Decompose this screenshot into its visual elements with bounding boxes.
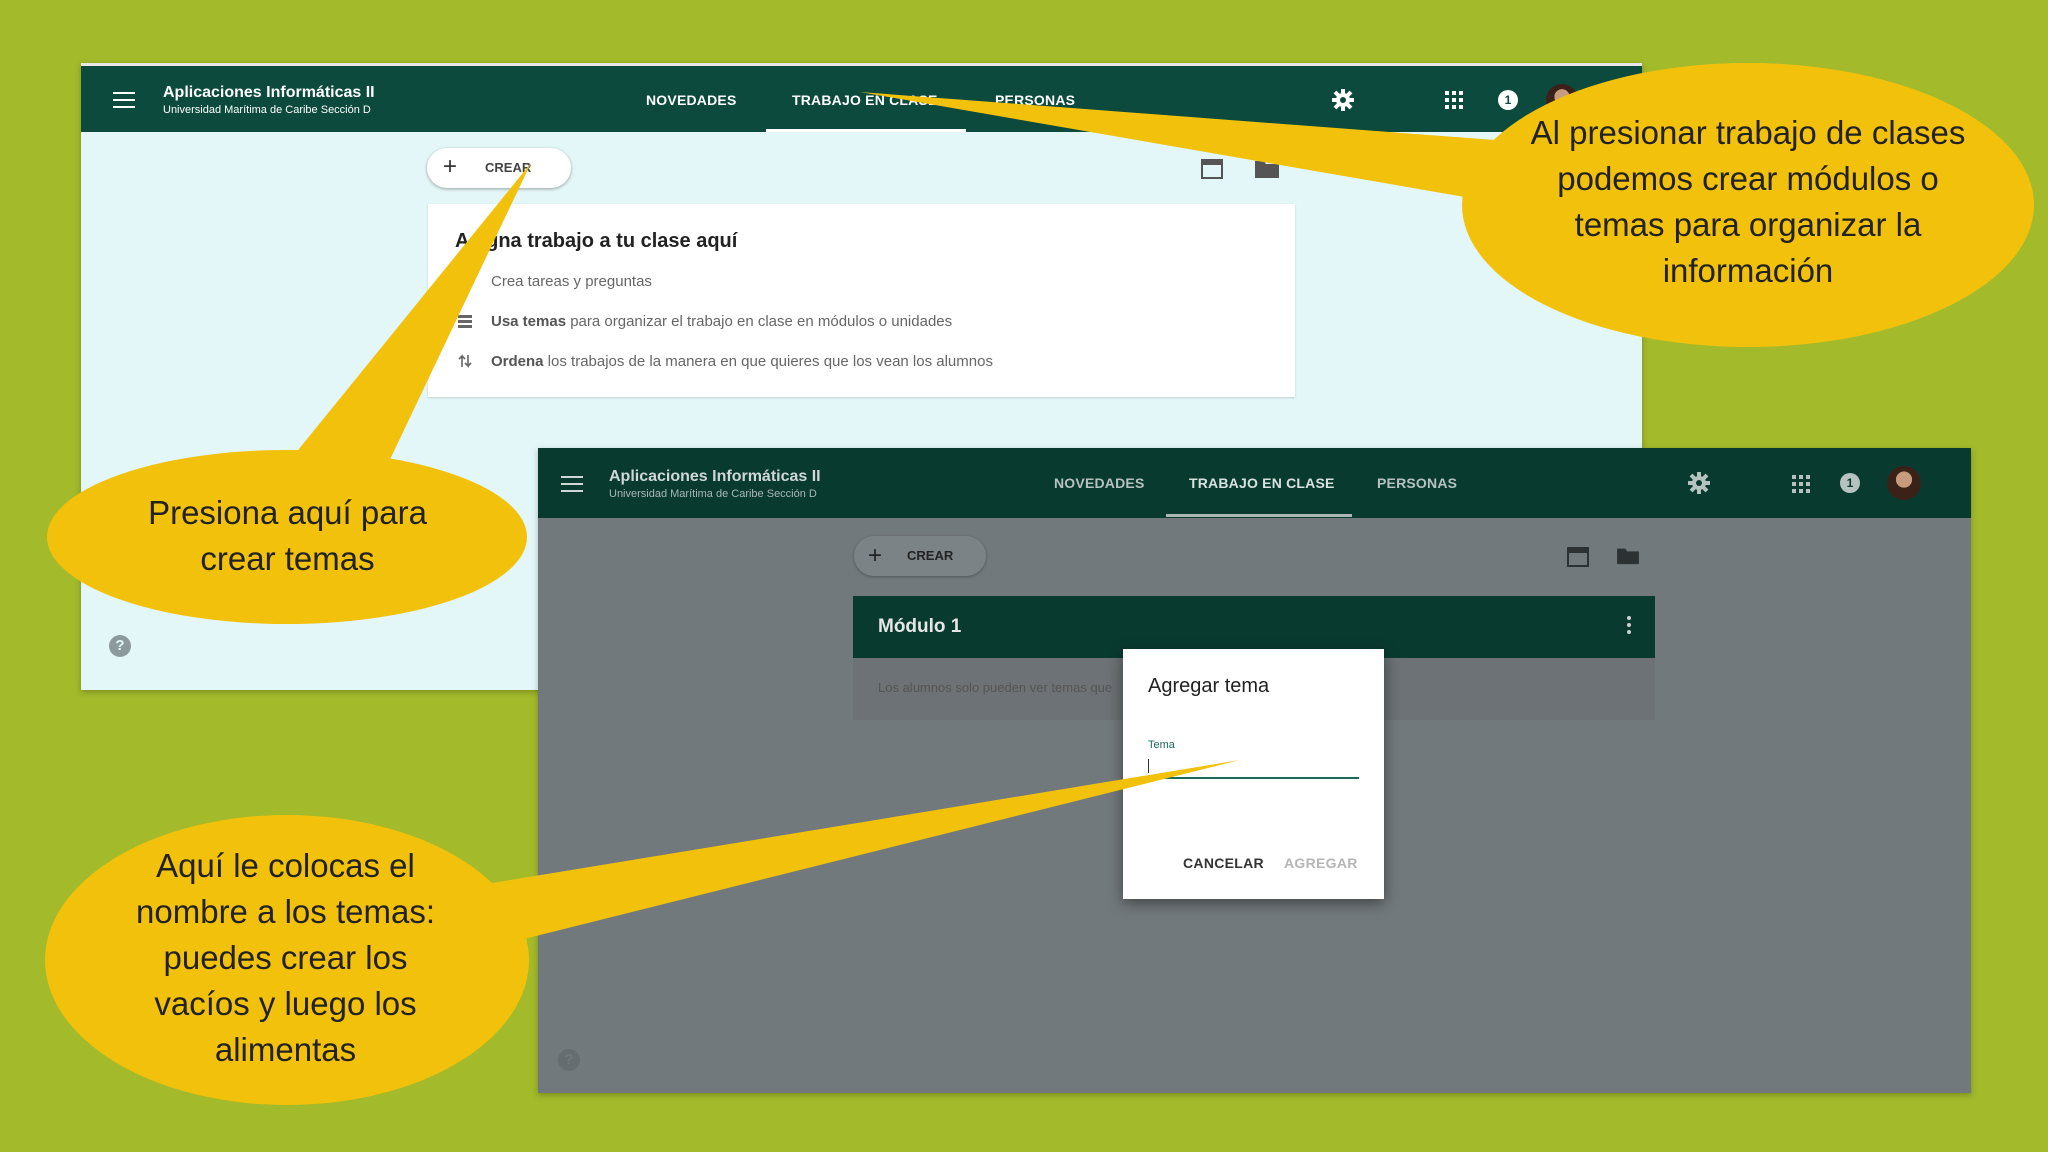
callout-left-middle-text: Presiona aquí para crear temas <box>148 494 427 577</box>
callout-left-bottom-tail <box>480 760 1240 940</box>
callout-top-right-text: Al presionar trabajo de clases podemos c… <box>1530 114 1966 289</box>
callout-top-right-tail <box>860 92 1495 200</box>
callout-left-middle-tail <box>290 163 531 470</box>
callout-left-bottom-text: Aquí le colocas el nombre a los temas: p… <box>136 847 435 1068</box>
